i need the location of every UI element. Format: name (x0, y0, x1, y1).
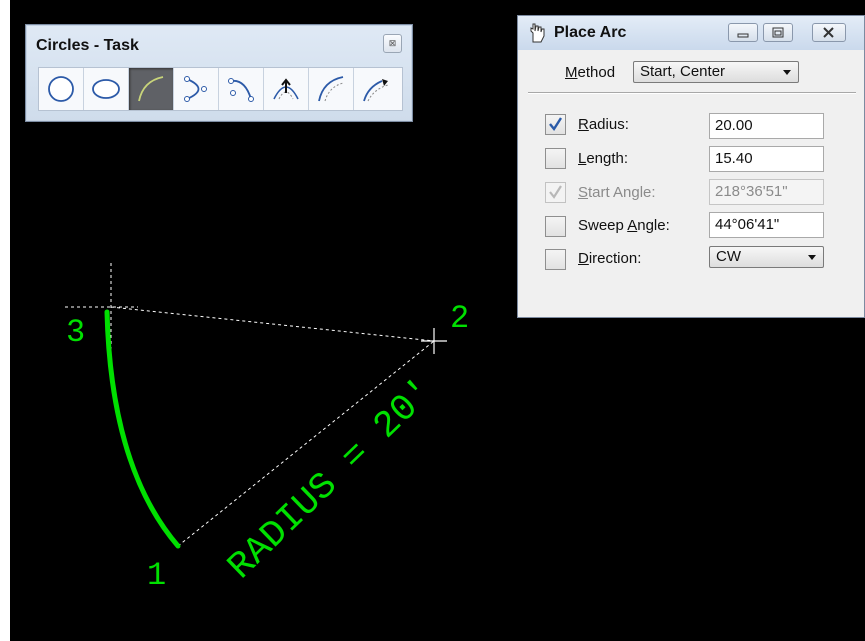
sweep-angle-checkbox[interactable] (545, 216, 566, 237)
place-arc-tool[interactable] (129, 68, 174, 110)
circles-task-panel[interactable]: Circles - Task ⊠ (25, 24, 413, 122)
hand-pointer-icon (530, 23, 545, 43)
place-ellipse-tool[interactable] (84, 68, 129, 110)
place-half-ellipse-icon (184, 76, 207, 102)
radius-field[interactable]: 20.00 (709, 113, 824, 139)
green-arc[interactable] (104, 309, 181, 549)
point-label-2: 2 (450, 300, 469, 337)
method-value: Start, Center (640, 63, 726, 80)
method-separator (528, 92, 856, 94)
minimize-icon (737, 33, 749, 38)
modify-arc-angle-icon (318, 76, 344, 102)
start-angle-checkbox[interactable] (545, 182, 566, 203)
method-label-rest: ethod (577, 64, 616, 81)
sweep-angle-field[interactable]: 44°06'41" (709, 212, 824, 238)
modify-arc-axis-tool[interactable] (354, 68, 398, 110)
sweep-angle-label: Sweep Angle: (578, 217, 670, 234)
task-panel-title: Circles - Task (36, 37, 139, 54)
modify-arc-axis-icon (363, 79, 389, 102)
point-label-1: 1 (147, 557, 166, 594)
direction-dropdown[interactable]: CW (709, 246, 824, 268)
radius-annotation: RADIUS = 20' (220, 371, 443, 589)
direction-checkbox[interactable] (545, 249, 566, 270)
start-angle-field: 218°36'51" (709, 179, 824, 205)
place-half-ellipse-tool[interactable] (174, 68, 219, 110)
direction-value: CW (716, 248, 741, 265)
restore-icon (772, 27, 784, 38)
chord-3-to-2 (110, 306, 435, 342)
modify-arc-radius-icon (273, 78, 299, 100)
start-angle-label: Start Angle: (578, 184, 656, 201)
place-circle-icon (48, 76, 74, 102)
modify-arc-angle-tool[interactable] (309, 68, 354, 110)
restore-button[interactable] (763, 23, 793, 42)
close-icon (823, 27, 834, 38)
close-button[interactable] (812, 23, 846, 42)
place-circle-tool[interactable] (39, 68, 84, 110)
task-tool-row (38, 67, 403, 111)
point-label-3: 3 (66, 314, 85, 351)
method-dropdown[interactable]: Start, Center (633, 61, 799, 83)
length-field[interactable]: 15.40 (709, 146, 824, 172)
minimize-button[interactable] (728, 23, 758, 42)
place-quarter-ellipse-tool[interactable] (219, 68, 264, 110)
task-panel-close-button[interactable]: ⊠ (383, 34, 402, 53)
place-arc-icon (138, 76, 164, 102)
dialog-titlebar[interactable]: Place Arc (518, 16, 864, 50)
checkmark-icon (549, 185, 562, 199)
radius-checkbox[interactable] (545, 114, 566, 135)
radius-label: Radius: (578, 116, 629, 133)
chevron-down-icon (808, 255, 816, 260)
place-ellipse-icon (92, 79, 120, 99)
place-arc-dialog[interactable]: Place Arc Method Start, Center Radius: 2… (517, 15, 865, 318)
direction-label: Direction: (578, 250, 642, 267)
length-label: Length: (578, 150, 629, 167)
place-quarter-ellipse-icon (228, 78, 254, 102)
length-checkbox[interactable] (545, 148, 566, 169)
checkmark-icon (549, 117, 563, 132)
dialog-title: Place Arc (554, 24, 627, 41)
method-label: Method (565, 64, 616, 81)
modify-arc-radius-tool[interactable] (264, 68, 309, 110)
chevron-down-icon (783, 70, 791, 75)
